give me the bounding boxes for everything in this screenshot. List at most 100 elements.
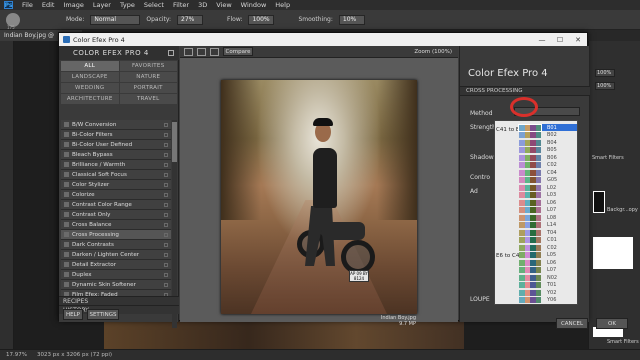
favorite-star-icon[interactable] xyxy=(164,273,168,277)
favorite-star-icon[interactable] xyxy=(164,153,168,157)
expand-icon[interactable] xyxy=(64,132,69,137)
favorites-icon[interactable] xyxy=(168,50,174,56)
expand-icon[interactable] xyxy=(64,252,69,257)
category-wedding[interactable]: WEDDING xyxy=(61,83,119,93)
method-option[interactable]: L14 xyxy=(519,222,577,229)
expand-icon[interactable] xyxy=(64,232,69,237)
menu-window[interactable]: Window xyxy=(241,1,267,9)
filter-item[interactable]: Bi-Color User Defined xyxy=(61,140,171,150)
panel-field-2[interactable]: 100% xyxy=(595,82,615,90)
menu-type[interactable]: Type xyxy=(120,1,135,9)
menu-view[interactable]: View xyxy=(216,1,231,9)
close-button[interactable]: ✕ xyxy=(569,33,587,46)
method-option[interactable]: C02 xyxy=(519,244,577,251)
menu-file[interactable]: File xyxy=(22,1,33,9)
scrollbar-thumb[interactable] xyxy=(172,122,177,162)
help-button[interactable]: HELP xyxy=(63,309,83,320)
expand-icon[interactable] xyxy=(64,152,69,157)
expand-icon[interactable] xyxy=(64,172,69,177)
loupe-section[interactable]: LOUPE xyxy=(470,296,490,303)
method-option[interactable]: B06 xyxy=(519,154,577,161)
method-option[interactable]: L03 xyxy=(519,192,577,199)
add-control-point[interactable]: Ad xyxy=(470,188,478,195)
cross-processing-section[interactable]: CROSS PROCESSING xyxy=(460,86,590,96)
method-option[interactable]: L05 xyxy=(519,252,577,259)
opacity-field[interactable]: 27% xyxy=(177,14,204,25)
expand-icon[interactable] xyxy=(64,192,69,197)
method-option[interactable]: B01 xyxy=(518,123,577,132)
filter-item[interactable]: B/W Conversion xyxy=(61,120,171,130)
favorite-star-icon[interactable] xyxy=(164,213,168,217)
filter-item[interactable]: Bi-Color Filters xyxy=(61,130,171,140)
menu-select[interactable]: Select xyxy=(144,1,164,9)
flow-field[interactable]: 100% xyxy=(248,14,275,25)
favorite-star-icon[interactable] xyxy=(164,233,168,237)
favorite-star-icon[interactable] xyxy=(164,283,168,287)
recipes-section[interactable]: RECIPES xyxy=(59,296,179,305)
settings-button[interactable]: SETTINGS xyxy=(87,309,119,320)
category-portrait[interactable]: PORTRAIT xyxy=(119,83,177,93)
favorite-star-icon[interactable] xyxy=(164,203,168,207)
expand-icon[interactable] xyxy=(64,202,69,207)
filter-item[interactable]: Cross Processing xyxy=(61,230,171,240)
favorite-star-icon[interactable] xyxy=(164,183,168,187)
expand-icon[interactable] xyxy=(64,182,69,187)
favorite-star-icon[interactable] xyxy=(164,163,168,167)
ok-button[interactable]: OK xyxy=(596,318,628,329)
menu-layer[interactable]: Layer xyxy=(93,1,111,9)
filter-item[interactable]: Duplex xyxy=(61,270,171,280)
menu-help[interactable]: Help xyxy=(275,1,290,9)
cancel-button[interactable]: CANCEL xyxy=(556,318,588,329)
method-option[interactable]: L07 xyxy=(519,207,577,214)
method-option[interactable]: G05 xyxy=(519,177,577,184)
category-architecture[interactable]: ARCHITECTURE xyxy=(61,94,119,104)
menu-edit[interactable]: Edit xyxy=(42,1,55,9)
side-by-side-icon[interactable] xyxy=(210,47,219,56)
compare-button[interactable]: Compare xyxy=(223,47,253,56)
category-landscape[interactable]: LANDSCAPE xyxy=(61,72,119,82)
method-option[interactable]: L08 xyxy=(519,214,577,221)
smoothing-field[interactable]: 10% xyxy=(338,14,365,25)
favorite-star-icon[interactable] xyxy=(164,133,168,137)
expand-icon[interactable] xyxy=(64,272,69,277)
filter-item[interactable]: Color Stylizer xyxy=(61,180,171,190)
category-all[interactable]: ALL xyxy=(61,61,119,71)
favorite-star-icon[interactable] xyxy=(164,223,168,227)
favorite-star-icon[interactable] xyxy=(164,123,168,127)
expand-icon[interactable] xyxy=(64,242,69,247)
menu-filter[interactable]: Filter xyxy=(173,1,189,9)
favorite-star-icon[interactable] xyxy=(164,173,168,177)
expand-icon[interactable] xyxy=(64,282,69,287)
filter-item[interactable]: Classical Soft Focus xyxy=(61,170,171,180)
filter-item[interactable]: Cross Balance xyxy=(61,220,171,230)
favorite-star-icon[interactable] xyxy=(164,193,168,197)
category-nature[interactable]: NATURE xyxy=(119,72,177,82)
expand-icon[interactable] xyxy=(64,142,69,147)
method-option[interactable]: T04 xyxy=(519,229,577,236)
expand-icon[interactable] xyxy=(64,162,69,167)
zoom-select[interactable]: Zoom (100%) xyxy=(414,49,452,55)
brush-tool-icon[interactable] xyxy=(6,12,20,30)
method-option[interactable]: C02 xyxy=(519,162,577,169)
method-option[interactable]: L02 xyxy=(519,184,577,191)
filter-item[interactable]: Bleach Bypass xyxy=(61,150,171,160)
method-option[interactable]: Y02 xyxy=(519,289,577,296)
method-option[interactable]: C04 xyxy=(519,169,577,176)
expand-icon[interactable] xyxy=(64,122,69,127)
method-option[interactable]: B05 xyxy=(519,147,577,154)
category-favorites[interactable]: FAVORITES xyxy=(119,61,177,71)
filter-item[interactable]: Brilliance / Warmth xyxy=(61,160,171,170)
favorite-star-icon[interactable] xyxy=(164,143,168,147)
preview-area[interactable]: AP 09 BY 8124 Indian Boy.jpg 9.7 MP xyxy=(180,58,458,327)
layer-smart-filters-2[interactable]: Smart Filters xyxy=(607,339,639,345)
filter-item[interactable]: Detail Extractor xyxy=(61,260,171,270)
expand-icon[interactable] xyxy=(64,262,69,267)
layer-mask-thumbnail[interactable] xyxy=(593,237,633,269)
favorite-star-icon[interactable] xyxy=(164,253,168,257)
method-option[interactable]: Y06 xyxy=(519,297,577,304)
favorite-star-icon[interactable] xyxy=(164,263,168,267)
favorite-star-icon[interactable] xyxy=(164,243,168,247)
mode-select[interactable]: Normal xyxy=(90,14,141,25)
control-points-label[interactable]: Contro xyxy=(470,174,490,181)
layer-smart-filters[interactable]: Smart Filters xyxy=(592,155,624,161)
